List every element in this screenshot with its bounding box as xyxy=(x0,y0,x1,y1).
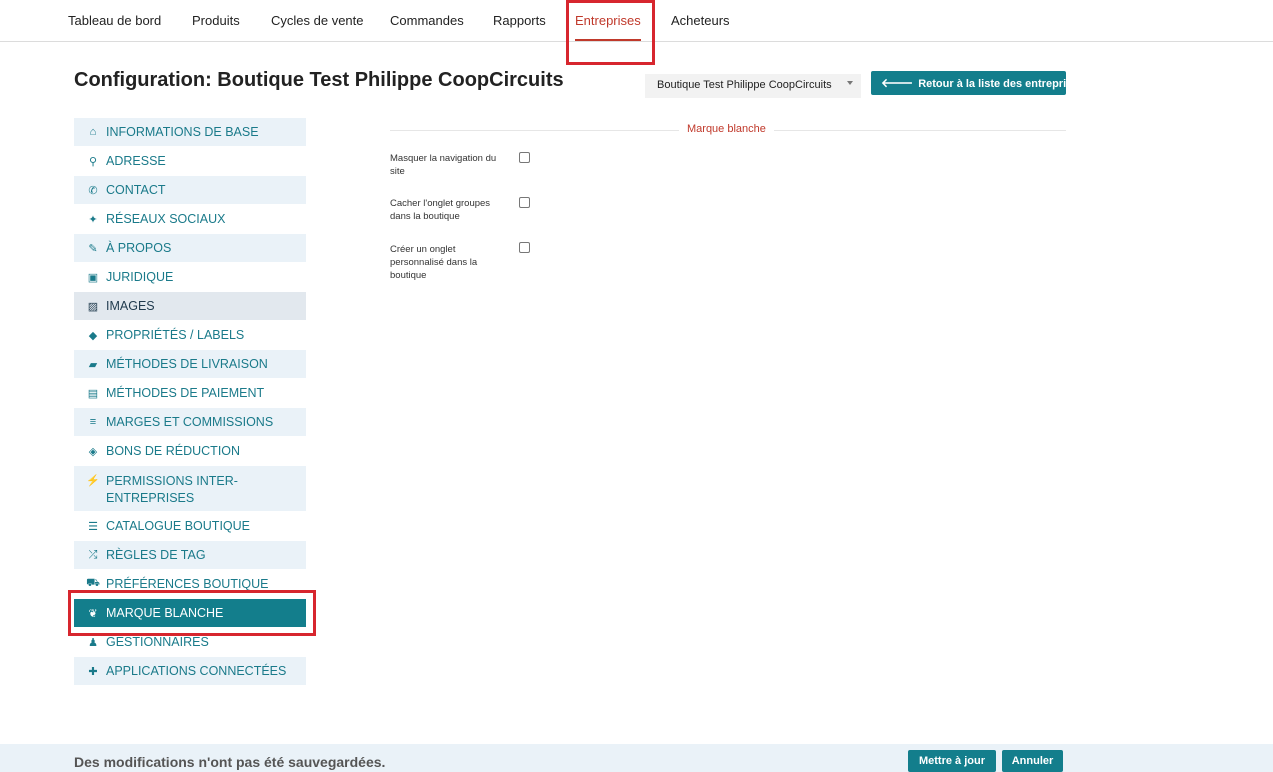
sidebar-item-marque-blanche[interactable]: ❦ MARQUE BLANCHE xyxy=(74,599,306,628)
sidebar-item-label: MARQUE BLANCHE xyxy=(106,606,224,620)
sidebar-item-label: JURIDIQUE xyxy=(106,270,174,284)
sidebar-item-label: PROPRIÉTÉS / LABELS xyxy=(106,328,245,342)
settings-sidebar: ⌂ INFORMATIONS DE BASE ⚲ ADRESSE ✆ CONTACT … xyxy=(74,118,306,686)
caret-down-icon xyxy=(847,81,853,85)
nav-acheteurs[interactable]: Acheteurs xyxy=(671,0,730,41)
nav-commandes[interactable]: Commandes xyxy=(390,0,464,41)
sidebar-item-juridique[interactable]: ▣ JURIDIQUE xyxy=(74,263,306,292)
sidebar-item-adresse[interactable]: ⚲ ADRESSE xyxy=(74,147,306,176)
sidebar-item-proprietes-labels[interactable]: ◆ PROPRIÉTÉS / LABELS xyxy=(74,321,306,350)
enterprise-select[interactable]: Boutique Test Philippe CoopCircuits xyxy=(645,74,861,98)
leaf-icon: ❦ xyxy=(88,607,98,620)
unsaved-changes-bar: Des modifications n'ont pas été sauvegar… xyxy=(0,744,1273,772)
nav-rapports[interactable]: Rapports xyxy=(493,0,546,41)
plug-icon: ⚡ xyxy=(86,475,100,487)
sidebar-item-contact[interactable]: ✆ CONTACT xyxy=(74,176,306,205)
sidebar-item-label: MÉTHODES DE LIVRAISON xyxy=(106,357,268,371)
sidebar-item-methodes-de-paiement[interactable]: ▤ MÉTHODES DE PAIEMENT xyxy=(74,379,306,408)
sidebar-item-permissions-inter-entreprises[interactable]: ⚡ PERMISSIONS INTER-ENTREPRISES xyxy=(74,466,306,512)
sidebar-item-label: IMAGES xyxy=(106,299,155,313)
sidebar-item-bons-de-reduction[interactable]: ◈ BONS DE RÉDUCTION xyxy=(74,437,306,466)
update-button[interactable]: Mettre à jour xyxy=(908,750,996,772)
sidebar-item-marges-et-commissions[interactable]: ≡ MARGES ET COMMISSIONS xyxy=(74,408,306,437)
sidebar-item-label: RÈGLES DE TAG xyxy=(106,548,206,562)
user-icon: ♟ xyxy=(88,636,98,649)
sidebar-item-applications-connectees[interactable]: ✚ APPLICATIONS CONNECTÉES xyxy=(74,657,306,686)
sidebar-item-label: PERMISSIONS INTER-ENTREPRISES xyxy=(106,474,238,505)
field-label-creer-onglet-personnalise: Créer un onglet personnalisé dans la bou… xyxy=(390,244,478,281)
section-title: Marque blanche xyxy=(679,123,774,135)
nav-entreprises[interactable]: Entreprises xyxy=(575,0,641,41)
page-title: Configuration: Boutique Test Philippe Co… xyxy=(74,69,564,91)
nav-produits[interactable]: Produits xyxy=(192,0,240,41)
map-marker-icon: ⚲ xyxy=(88,155,98,168)
puzzle-icon: ✚ xyxy=(88,665,98,678)
field-label-cacher-onglet-groupes: Cacher l'onglet groupes dans la boutique xyxy=(390,198,491,222)
sidebar-item-images[interactable]: ▨ IMAGES xyxy=(74,292,306,321)
briefcase-icon: ▣ xyxy=(87,271,99,284)
sidebar-item-label: INFORMATIONS DE BASE xyxy=(106,125,259,139)
truck-icon: ▰ xyxy=(88,358,98,371)
tasks-icon: ≡ xyxy=(89,416,97,428)
checkbox-creer-onglet-personnalise[interactable] xyxy=(519,242,530,253)
top-navigation: Tableau de bord Produits Cycles de vente… xyxy=(0,0,1273,42)
random-icon: ⤮ xyxy=(88,548,98,561)
nav-tableau-de-bord[interactable]: Tableau de bord xyxy=(68,0,161,41)
sidebar-item-a-propos[interactable]: ✎ À PROPOS xyxy=(74,234,306,263)
sidebar-item-label: MARGES ET COMMISSIONS xyxy=(106,415,274,429)
sidebar-item-label: APPLICATIONS CONNECTÉES xyxy=(106,664,287,678)
sidebar-item-gestionnaires[interactable]: ♟ GESTIONNAIRES xyxy=(74,628,306,657)
tags-icon: ◆ xyxy=(88,329,98,342)
sidebar-item-label: GESTIONNAIRES xyxy=(106,635,209,649)
sidebar-item-label: ADRESSE xyxy=(106,154,166,168)
sidebar-item-label: PRÉFÉRENCES BOUTIQUE xyxy=(106,577,269,591)
phone-icon: ✆ xyxy=(88,184,98,197)
list-icon: ☰ xyxy=(88,520,98,533)
sidebar-item-catalogue-boutique[interactable]: ☰ CATALOGUE BOUTIQUE xyxy=(74,512,306,541)
cart-icon: ⛟ xyxy=(86,577,100,589)
sidebar-item-regles-de-tag[interactable]: ⤮ RÈGLES DE TAG xyxy=(74,541,306,570)
sidebar-item-label: RÉSEAUX SOCIAUX xyxy=(106,212,226,226)
sidebar-item-label: BONS DE RÉDUCTION xyxy=(106,444,241,458)
image-icon: ▨ xyxy=(87,300,99,313)
checkbox-cacher-onglet-groupes[interactable] xyxy=(519,197,530,208)
cancel-button[interactable]: Annuler xyxy=(1002,750,1063,772)
sidebar-item-label: CONTACT xyxy=(106,183,166,197)
field-label-masquer-navigation: Masquer la navigation du site xyxy=(390,153,497,177)
back-to-enterprises-button[interactable]: 🡐 Retour à la liste des entreprises xyxy=(871,71,1084,95)
checkbox-masquer-navigation[interactable] xyxy=(519,152,530,163)
ticket-icon: ◈ xyxy=(88,445,98,458)
back-button-label: Retour à la liste des entreprises xyxy=(918,78,1085,90)
sidebar-item-label: MÉTHODES DE PAIEMENT xyxy=(106,386,265,400)
sidebar-item-informations-de-base[interactable]: ⌂ INFORMATIONS DE BASE xyxy=(74,118,306,147)
sidebar-item-label: À PROPOS xyxy=(106,241,172,255)
nav-cycles-de-vente[interactable]: Cycles de vente xyxy=(271,0,364,41)
arrow-left-icon: 🡐 xyxy=(881,76,914,90)
home-icon: ⌂ xyxy=(89,126,97,138)
twitter-icon: ✦ xyxy=(88,213,98,226)
sidebar-item-preferences-boutique[interactable]: ⛟ PRÉFÉRENCES BOUTIQUE xyxy=(74,570,306,599)
money-icon: ▤ xyxy=(87,387,99,400)
unsaved-message: Des modifications n'ont pas été sauvegar… xyxy=(74,754,386,770)
sidebar-item-reseaux-sociaux[interactable]: ✦ RÉSEAUX SOCIAUX xyxy=(74,205,306,234)
pencil-icon: ✎ xyxy=(88,242,98,255)
sidebar-item-methodes-de-livraison[interactable]: ▰ MÉTHODES DE LIVRAISON xyxy=(74,350,306,379)
enterprise-select-value: Boutique Test Philippe CoopCircuits xyxy=(657,79,832,91)
sidebar-item-label: CATALOGUE BOUTIQUE xyxy=(106,519,251,533)
